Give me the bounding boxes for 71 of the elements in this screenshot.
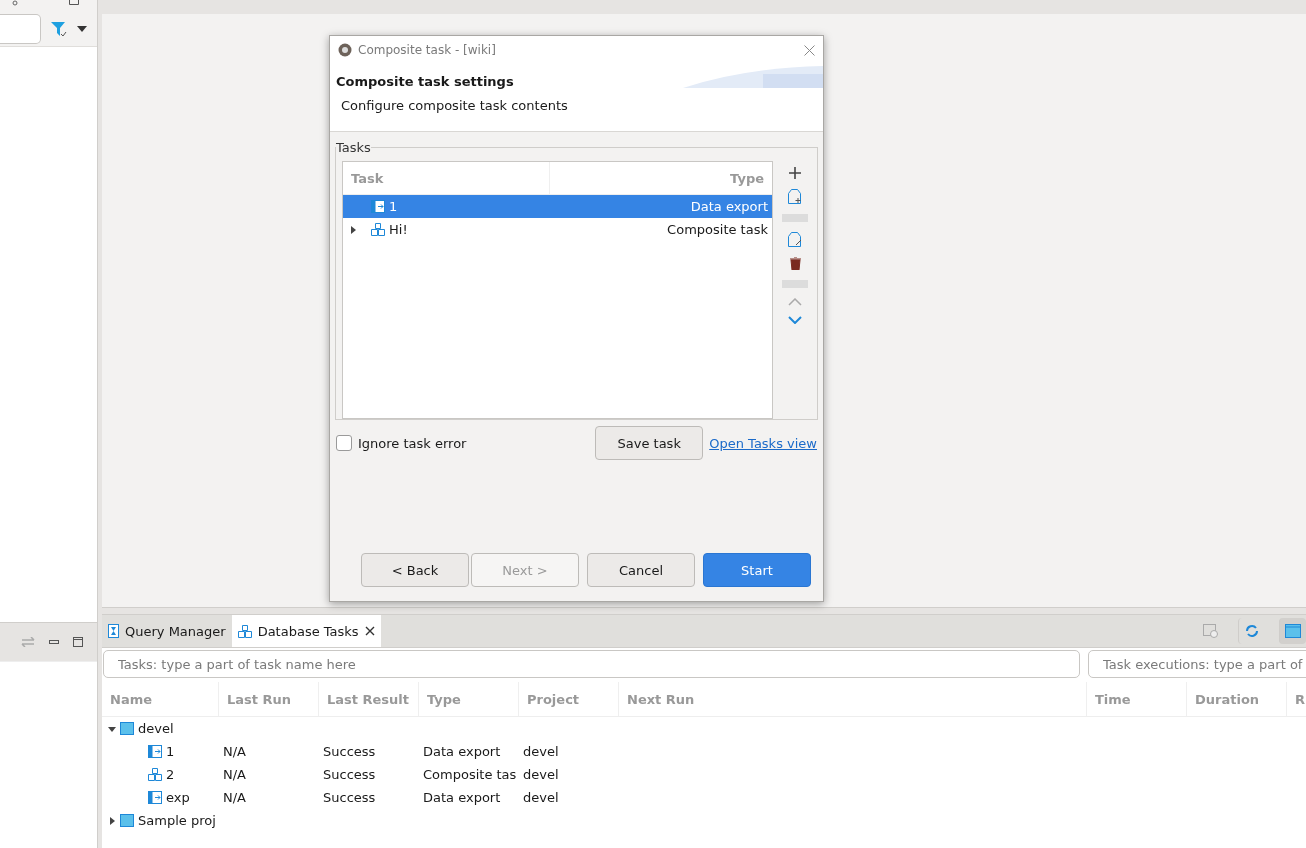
table-cell: N/A	[223, 767, 246, 782]
task-row[interactable]: 1 Data export	[343, 195, 772, 218]
maximize-icon[interactable]	[73, 637, 83, 647]
column-header[interactable]: Time	[1087, 682, 1187, 716]
task-row[interactable]: Hi! Composite task	[343, 218, 772, 241]
task-name[interactable]: devel	[138, 721, 174, 736]
table-cell: devel	[523, 744, 559, 759]
edit-box-icon[interactable]	[788, 232, 802, 247]
column-header[interactable]: Task	[343, 162, 550, 194]
minimize-icon[interactable]	[49, 640, 59, 644]
table-cell: devel	[523, 767, 559, 782]
table-cell: N/A	[223, 744, 246, 759]
page-description: Configure composite task contents	[340, 98, 569, 113]
column-header[interactable]: Name	[102, 682, 219, 716]
table-cell: devel	[523, 790, 559, 805]
table-cell: Success	[323, 790, 376, 805]
table-cell: Data export	[423, 790, 501, 805]
boxes-icon	[148, 768, 162, 781]
column-header[interactable]: Type	[419, 682, 519, 716]
column-header[interactable]: Type	[550, 162, 772, 194]
hourglass-icon	[108, 624, 119, 638]
collapse-arrow-icon[interactable]	[108, 724, 116, 733]
column-header[interactable]: R	[1287, 682, 1306, 716]
wizard-button[interactable]: Start	[703, 553, 811, 587]
panel-tab[interactable]: Database Tasks	[231, 615, 381, 647]
table-cell: Success	[323, 744, 376, 759]
move-down-icon[interactable]	[788, 316, 802, 324]
column-header[interactable]: Duration	[1187, 682, 1287, 716]
boxes-icon	[371, 223, 385, 236]
task-name[interactable]: exp	[166, 790, 190, 805]
filter-icon[interactable]	[51, 21, 67, 37]
task-name[interactable]: 1	[166, 744, 175, 759]
task-name[interactable]: 2	[166, 767, 175, 782]
table-cell: Success	[323, 767, 376, 782]
boxes-icon	[237, 624, 252, 638]
save-task-button[interactable]: Save task	[595, 426, 704, 460]
column-header[interactable]: Last Run	[219, 682, 319, 716]
task-name[interactable]: Sample proj	[138, 813, 216, 828]
data-export-icon	[148, 745, 162, 758]
group-label: Tasks	[336, 140, 371, 155]
window-title: Composite task - [wiki]	[358, 43, 497, 57]
window-icon[interactable]	[1279, 618, 1306, 644]
table-cell: Data export	[423, 744, 501, 759]
filter-field[interactable]	[0, 14, 41, 44]
page-heading: Composite task settings	[336, 74, 514, 89]
close-icon[interactable]	[364, 626, 375, 636]
panel-tab[interactable]: Query Manager	[102, 615, 232, 647]
column-header[interactable]: Project	[519, 682, 619, 716]
table-cell: Composite tas	[423, 767, 517, 782]
project-icon	[120, 814, 134, 827]
wizard-button[interactable]: Cancel	[587, 553, 695, 587]
app-logo-icon	[338, 43, 352, 57]
view-menu-icon[interactable]	[12, 0, 18, 6]
trash-icon[interactable]	[789, 257, 801, 270]
dropdown-icon[interactable]	[77, 26, 87, 32]
column-header[interactable]: Next Run	[619, 682, 1087, 716]
wizard-button[interactable]: < Back	[361, 553, 469, 587]
open-tasks-link[interactable]: Open Tasks view	[709, 435, 817, 451]
add-box-icon[interactable]	[788, 189, 802, 204]
data-export-icon	[148, 791, 162, 804]
task-search-field[interactable]: Tasks: type a part of task name here	[103, 650, 1080, 678]
column-header[interactable]: Last Result	[319, 682, 419, 716]
maximize-icon[interactable]	[69, 0, 79, 5]
add-icon[interactable]	[789, 167, 801, 179]
project-icon	[120, 722, 134, 735]
data-export-icon	[371, 200, 385, 213]
ignore-error-checkbox[interactable]: Ignore task error	[336, 435, 590, 451]
expand-arrow-icon[interactable]	[108, 816, 116, 825]
execution-search-field[interactable]: Task executions: type a part of	[1088, 650, 1306, 678]
expand-arrow-icon[interactable]	[349, 225, 357, 234]
table-cell: N/A	[223, 790, 246, 805]
